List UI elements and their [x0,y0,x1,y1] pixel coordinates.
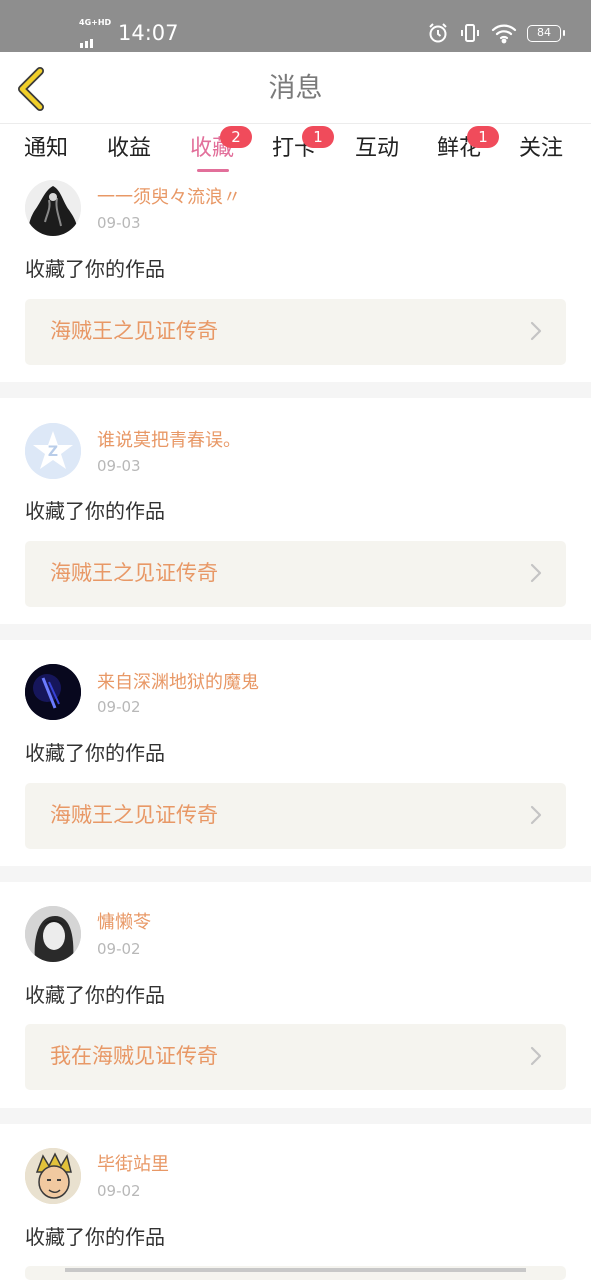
avatar[interactable] [25,1148,81,1204]
tab-flowers[interactable]: 鲜花 1 [437,126,500,166]
work-card[interactable] [25,1266,566,1280]
timestamp: 09-02 [97,698,141,716]
list-item: 一一须臾々流浪〃 09-03 收藏了你的作品 海贼王之见证传奇 [0,176,591,382]
action-text: 收藏了你的作品 [25,499,165,523]
tab-favorites[interactable]: 收藏 2 [190,126,253,166]
divider [0,866,591,882]
network-type: 4G+HD [79,18,112,27]
timestamp: 09-03 [97,457,141,475]
work-title: 海贼王之见证传奇 [50,803,218,827]
tab-label: 通知 [24,136,69,161]
work-card[interactable]: 我在海贼见证传奇 [25,1024,566,1090]
avatar-image [25,1148,81,1204]
tab-label: 关注 [519,136,564,161]
badge-count: 1 [302,126,335,148]
action-text: 收藏了你的作品 [25,1225,165,1249]
list-item: 慵懒苓 09-02 收藏了你的作品 我在海贼见证传奇 [0,882,591,1108]
action-text: 收藏了你的作品 [25,257,165,281]
timestamp: 09-02 [97,940,141,958]
badge-count: 1 [467,126,500,148]
avatar[interactable]: Z [25,423,81,479]
username[interactable]: 谁说莫把青春误。 [97,430,241,452]
work-preview-strip [65,1268,526,1272]
divider [0,1108,591,1124]
avatar-image [25,180,81,236]
username[interactable]: 一一须臾々流浪〃 [97,187,241,209]
clock: 14:07 [118,21,179,45]
chevron-right-icon [530,805,542,825]
work-title: 海贼王之见证传奇 [50,561,218,585]
divider [0,382,591,398]
work-card[interactable]: 海贼王之见证传奇 [25,541,566,607]
list-item: Z 谁说莫把青春误。 09-03 收藏了你的作品 海贼王之见证传奇 [0,398,591,624]
header: 消息 [0,52,591,124]
status-icons: 84 [427,20,565,46]
work-card[interactable]: 海贼王之见证传奇 [25,299,566,365]
username[interactable]: 慵懒苓 [97,912,151,934]
chevron-right-icon [530,563,542,583]
tab-label: 收益 [107,136,152,161]
avatar[interactable] [25,664,81,720]
avatar[interactable] [25,906,81,962]
action-text: 收藏了你的作品 [25,983,165,1007]
active-tab-indicator [197,169,229,172]
tab-notifications[interactable]: 通知 [24,132,68,166]
username[interactable]: 毕街站里 [97,1154,169,1176]
status-bar: 4G+HD 14:07 84 [0,0,591,52]
work-title: 我在海贼见证传奇 [50,1044,218,1068]
network-indicator: 4G+HD [79,18,113,48]
avatar[interactable] [25,180,81,236]
svg-text:Z: Z [48,444,58,460]
list-item: 来自深渊地狱的魔鬼 09-02 收藏了你的作品 海贼王之见证传奇 [0,640,591,866]
vibrate-icon [461,24,479,42]
chevron-right-icon [530,1046,542,1066]
wifi-icon [491,24,517,44]
list-item: 毕街站里 09-02 收藏了你的作品 [0,1124,591,1280]
action-text: 收藏了你的作品 [25,741,165,765]
divider [0,624,591,640]
username[interactable]: 来自深渊地狱的魔鬼 [97,672,259,694]
tab-checkin[interactable]: 打卡 1 [272,126,335,166]
alarm-icon [429,23,447,43]
work-card[interactable]: 海贼王之见证传奇 [25,783,566,849]
tab-earnings[interactable]: 收益 [107,132,151,166]
signal-icon [80,29,95,48]
chevron-right-icon [530,321,542,341]
tab-bar: 通知 收益 收藏 2 打卡 1 互动 鲜花 1 关注 [0,124,591,176]
avatar-image: Z [25,423,81,479]
tab-label: 互动 [355,136,400,161]
avatar-image [25,664,81,720]
timestamp: 09-03 [97,214,141,232]
timestamp: 09-02 [97,1182,141,1200]
badge-count: 2 [220,126,253,148]
work-title: 海贼王之见证传奇 [50,319,218,343]
avatar-image [25,906,81,962]
tab-following[interactable]: 关注 [519,132,563,166]
tab-interactions[interactable]: 互动 [355,132,399,166]
battery-icon: 84 [527,24,565,42]
page-title: 消息 [268,73,323,104]
